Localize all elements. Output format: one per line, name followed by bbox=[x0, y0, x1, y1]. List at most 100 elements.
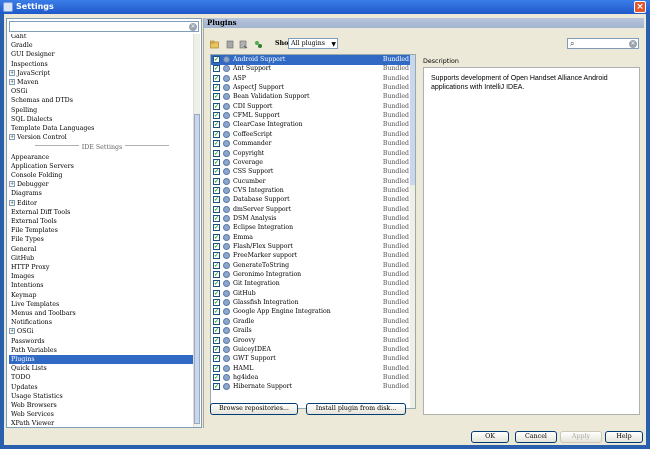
tree-item[interactable]: Gant bbox=[9, 34, 195, 41]
tree-item[interactable]: Menus and Toolbars bbox=[9, 309, 195, 318]
plugin-enabled-checkbox[interactable]: ✓ bbox=[213, 383, 220, 391]
plugin-row[interactable]: ✓ CVS Integration Bundled bbox=[211, 186, 411, 196]
plugin-row[interactable]: ✓ Bean Validation Support Bundled bbox=[211, 92, 411, 102]
plugin-row[interactable]: ✓ Ant Support Bundled bbox=[211, 64, 411, 74]
plugin-row[interactable]: ✓ Geronimo Integration Bundled bbox=[211, 270, 411, 280]
plugin-row[interactable]: ✓ Android Support Bundled bbox=[211, 55, 411, 65]
plugin-enabled-checkbox[interactable]: ✓ bbox=[213, 243, 220, 250]
tree-item[interactable]: Inspections bbox=[9, 60, 195, 69]
browse-repositories-button[interactable]: Browse repositories... bbox=[210, 403, 298, 415]
tree-item[interactable]: OSGi bbox=[9, 87, 195, 96]
tree-item[interactable]: General bbox=[9, 245, 195, 254]
tree-item[interactable]: Schemas and DTDs bbox=[9, 96, 195, 105]
tree-item[interactable]: Path Variables bbox=[9, 346, 195, 355]
expand-icon[interactable]: + bbox=[9, 69, 15, 76]
plugin-enabled-checkbox[interactable]: ✓ bbox=[213, 271, 220, 279]
tree-item[interactable]: Diagrams bbox=[9, 189, 195, 198]
clear-search-icon[interactable]: × bbox=[189, 23, 197, 31]
splitter[interactable] bbox=[203, 18, 204, 428]
plugin-row[interactable]: ✓ Eclipse Integration Bundled bbox=[211, 223, 411, 233]
tree-item[interactable]: + Maven bbox=[9, 78, 195, 87]
plugin-row[interactable]: ✓ ClearCase Integration Bundled bbox=[211, 120, 411, 130]
tree-item[interactable]: XPath Viewer bbox=[9, 419, 195, 427]
tree-item[interactable]: File Types bbox=[9, 235, 195, 244]
plugin-enabled-checkbox[interactable]: ✓ bbox=[213, 140, 220, 148]
plugin-row[interactable]: ✓ Flash/Flex Support Bundled bbox=[211, 242, 411, 252]
plugin-enabled-checkbox[interactable]: ✓ bbox=[213, 280, 220, 288]
plugin-enabled-checkbox[interactable]: ✓ bbox=[213, 196, 220, 204]
reload-icon[interactable] bbox=[254, 40, 263, 49]
tree-item[interactable]: Intentions bbox=[9, 281, 195, 290]
tree-item[interactable]: Web Services bbox=[9, 410, 195, 419]
plugin-enabled-checkbox[interactable]: ✓ bbox=[213, 93, 220, 101]
plugin-row[interactable]: ✓ HAML Bundled bbox=[211, 364, 411, 374]
clear-search-icon[interactable]: × bbox=[629, 40, 637, 48]
tree-item[interactable]: + Version Control bbox=[9, 133, 195, 142]
plugin-row[interactable]: ✓ Groovy Bundled bbox=[211, 336, 411, 346]
plugin-enabled-checkbox[interactable]: ✓ bbox=[213, 289, 220, 297]
plugin-row[interactable]: ✓ Emma Bundled bbox=[211, 233, 411, 243]
expand-icon[interactable]: + bbox=[9, 328, 15, 335]
apply-button[interactable]: Apply bbox=[560, 431, 602, 443]
plugin-enabled-checkbox[interactable]: ✓ bbox=[213, 317, 220, 325]
plugin-enabled-checkbox[interactable]: ✓ bbox=[213, 121, 220, 129]
plugin-enabled-checkbox[interactable]: ✓ bbox=[213, 56, 220, 63]
plugin-enabled-checkbox[interactable]: ✓ bbox=[213, 299, 220, 307]
tree-item[interactable]: Spelling bbox=[9, 106, 195, 115]
tree-item[interactable]: HTTP Proxy bbox=[9, 263, 195, 272]
plugin-enabled-checkbox[interactable]: ✓ bbox=[213, 327, 220, 335]
plugin-row[interactable]: ✓ Git Integration Bundled bbox=[211, 279, 411, 289]
plugin-enabled-checkbox[interactable]: ✓ bbox=[213, 233, 220, 241]
tree-item[interactable]: SQL Dialects bbox=[9, 115, 195, 124]
plugin-enabled-checkbox[interactable]: ✓ bbox=[213, 261, 220, 269]
tree-item[interactable]: + JavaScript bbox=[9, 69, 195, 78]
tree-item[interactable]: GitHub bbox=[9, 254, 195, 263]
plugin-row[interactable]: ✓ FreeMarker support Bundled bbox=[211, 251, 411, 261]
plugin-row[interactable]: ✓ CFML Support Bundled bbox=[211, 111, 411, 121]
tree-item[interactable]: External Diff Tools bbox=[9, 208, 195, 217]
plugin-enabled-checkbox[interactable]: ✓ bbox=[213, 373, 220, 381]
plugin-row[interactable]: ✓ AspectJ Support Bundled bbox=[211, 83, 411, 93]
plugin-row[interactable]: ✓ GuiceyIDEA Bundled bbox=[211, 345, 411, 355]
install-from-disk-button[interactable]: Install plugin from disk... bbox=[306, 403, 406, 415]
plugin-search-input[interactable]: ⌕ × bbox=[567, 38, 639, 49]
tree-item[interactable]: Updates bbox=[9, 383, 195, 392]
folder-icon[interactable] bbox=[210, 40, 219, 49]
tree-item[interactable]: File Templates bbox=[9, 226, 195, 235]
expand-icon[interactable]: + bbox=[9, 181, 15, 188]
plugin-row[interactable]: ✓ CDI Support Bundled bbox=[211, 102, 411, 112]
plugin-row[interactable]: ✓ Database Support Bundled bbox=[211, 195, 411, 205]
tree-scrollbar[interactable] bbox=[193, 34, 200, 427]
plugin-enabled-checkbox[interactable]: ✓ bbox=[213, 84, 220, 92]
plugin-row[interactable]: ✓ CSS Support Bundled bbox=[211, 167, 411, 177]
close-button[interactable]: × bbox=[634, 1, 646, 13]
plugin-row[interactable]: ✓ Hibernate Support Bundled bbox=[211, 382, 411, 392]
plugin-enabled-checkbox[interactable]: ✓ bbox=[213, 252, 220, 260]
plugin-enabled-checkbox[interactable]: ✓ bbox=[213, 186, 220, 194]
plugin-enabled-checkbox[interactable]: ✓ bbox=[213, 205, 220, 213]
tree-item[interactable]: Quick Lists bbox=[9, 364, 195, 373]
tree-item[interactable]: Live Templates bbox=[9, 300, 195, 309]
settings-search-input[interactable]: × bbox=[9, 21, 199, 32]
plugin-enabled-checkbox[interactable]: ✓ bbox=[213, 364, 220, 372]
tree-item[interactable]: Notifications bbox=[9, 318, 195, 327]
help-button[interactable]: Help bbox=[605, 431, 643, 443]
tree-item[interactable]: Gradle bbox=[9, 41, 195, 50]
plugin-row[interactable]: ✓ Cucumber Bundled bbox=[211, 177, 411, 187]
uninstall-icon[interactable] bbox=[226, 40, 235, 49]
tree-item[interactable]: + Debugger bbox=[9, 180, 195, 189]
plugin-row[interactable]: ✓ DSM Analysis Bundled bbox=[211, 214, 411, 224]
scrollbar-thumb[interactable] bbox=[194, 114, 200, 424]
plugin-enabled-checkbox[interactable]: ✓ bbox=[213, 224, 220, 232]
plugin-row[interactable]: ✓ GWT Support Bundled bbox=[211, 354, 411, 364]
plugin-row[interactable]: ✓ Grails Bundled bbox=[211, 326, 411, 336]
expand-icon[interactable]: + bbox=[9, 199, 15, 206]
tree-item[interactable]: Keymap bbox=[9, 291, 195, 300]
plugin-row[interactable]: ✓ Commander Bundled bbox=[211, 139, 411, 149]
plugin-row[interactable]: ✓ Gradle Bundled bbox=[211, 317, 411, 327]
plugin-row[interactable]: ✓ Google App Engine Integration Bundled bbox=[211, 307, 411, 317]
tree-item[interactable]: Web Browsers bbox=[9, 401, 195, 410]
plugin-enabled-checkbox[interactable]: ✓ bbox=[213, 168, 220, 176]
plugin-enabled-checkbox[interactable]: ✓ bbox=[213, 345, 220, 353]
plugin-enabled-checkbox[interactable]: ✓ bbox=[213, 112, 220, 120]
